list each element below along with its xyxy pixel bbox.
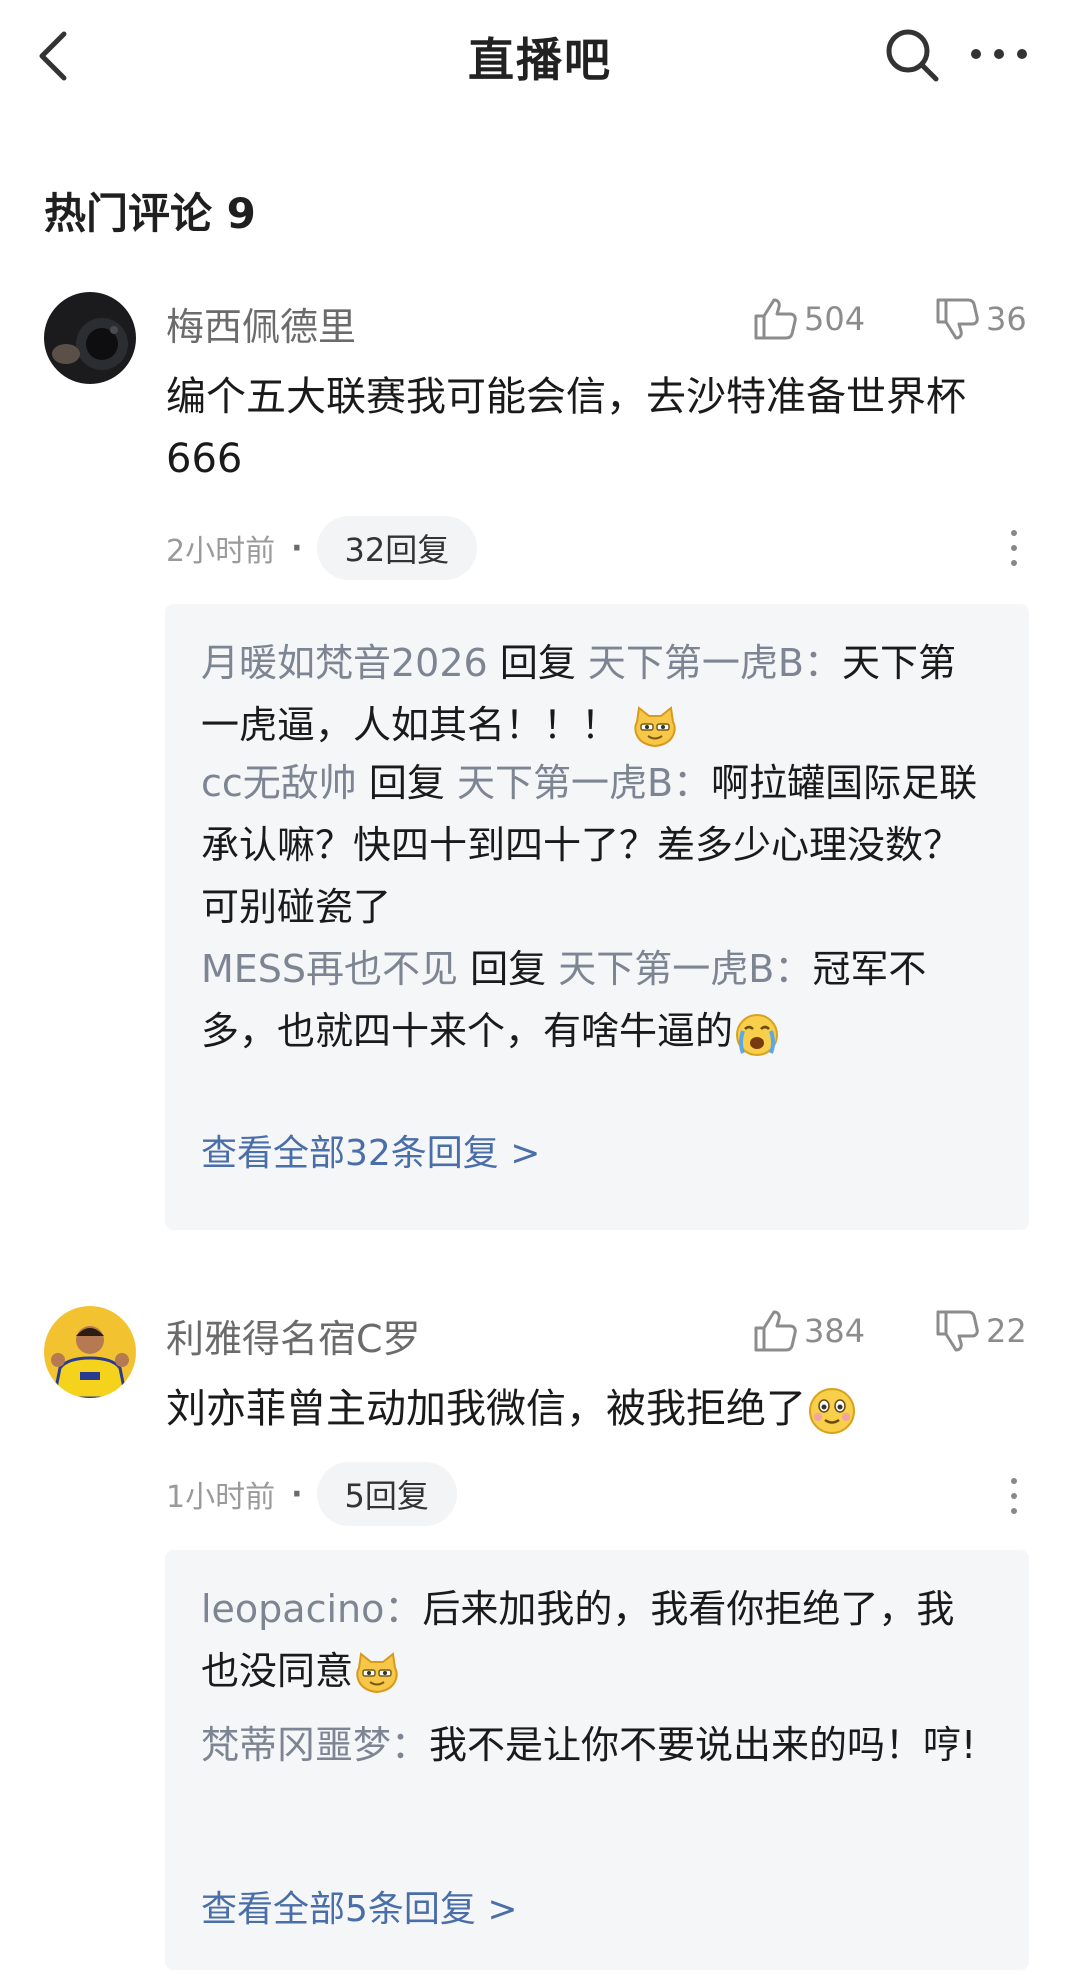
- reply-colon: ：: [673, 761, 712, 805]
- reply-box: 月暖如梵音2026 回复 天下第一虎B：天下第一虎逼，人如其名！！！ cc无敌帅…: [165, 604, 1029, 1230]
- like-count: 384: [804, 1312, 866, 1350]
- reply-item[interactable]: MESS再也不见 回复 天下第一虎B：冠军不多，也就四十来个，有啥牛逼的: [201, 938, 991, 1062]
- comment-text-content: 刘亦菲曾主动加我微信，被我拒绝了: [166, 1386, 806, 1432]
- kebab-icon[interactable]: [1010, 1478, 1018, 1514]
- reply-target[interactable]: 天下第一虎B: [457, 761, 673, 805]
- avatar[interactable]: [44, 292, 136, 384]
- kebab-icon[interactable]: [1010, 530, 1018, 566]
- reply-colon: ：: [804, 641, 843, 685]
- grinning-cat-emoji: [356, 1651, 398, 1693]
- comment-time: 1小时前: [166, 1480, 276, 1515]
- reply-colon: ：: [391, 1723, 430, 1767]
- reply-item[interactable]: cc无敌帅 回复 天下第一虎B：啊拉罐国际足联承认嘛？快四十到四十了？差多少心理…: [201, 752, 991, 938]
- reply-item[interactable]: 月暖如梵音2026 回复 天下第一虎B：天下第一虎逼，人如其名！！！: [201, 632, 991, 756]
- section-title: 热门评论 9: [44, 189, 256, 238]
- thumb-up-icon: [754, 298, 797, 340]
- dislike-count: 22: [986, 1312, 1027, 1350]
- reply-verb: 回复: [368, 761, 445, 805]
- avatar[interactable]: [44, 1306, 136, 1398]
- reply-text: 我不是让你不要说出来的吗！哼!: [429, 1723, 977, 1767]
- dislike-count: 36: [986, 300, 1027, 338]
- top-bar: 直播吧: [0, 0, 1080, 112]
- more-icon[interactable]: [968, 34, 1030, 74]
- comment-time: 2小时前: [166, 534, 276, 569]
- reply-target[interactable]: 天下第一虎B: [558, 947, 774, 991]
- crying-emoji: [736, 1013, 779, 1056]
- search-icon[interactable]: [884, 27, 940, 83]
- comment-username[interactable]: 梅西佩德里: [166, 296, 356, 351]
- reply-item[interactable]: 梵蒂冈噩梦：我不是让你不要说出来的吗！哼!: [201, 1714, 991, 1776]
- reply-author[interactable]: 月暖如梵音2026: [201, 641, 488, 685]
- like-count: 504: [804, 300, 866, 338]
- smile-emoji: [809, 1388, 855, 1434]
- reply-verb: 回复: [470, 947, 547, 991]
- thumb-down-icon: [936, 1310, 979, 1352]
- reply-author[interactable]: leopacino: [201, 1587, 384, 1631]
- reply-target[interactable]: 天下第一虎B: [588, 641, 804, 685]
- reply-count-button[interactable]: 32回复: [316, 516, 478, 580]
- separator-dot: ·: [291, 530, 303, 566]
- separator-dot: ·: [291, 1476, 303, 1512]
- comment-username[interactable]: 利雅得名宿C罗: [166, 1308, 421, 1363]
- comment-meta: 1小时前 · 5回复: [166, 1462, 457, 1526]
- reply-item[interactable]: leopacino：后来加我的，我看你拒绝了，我也没同意: [201, 1578, 991, 1702]
- comment-meta: 2小时前 · 32回复: [166, 516, 478, 580]
- view-all-replies-link[interactable]: 查看全部32条回复 >: [201, 1124, 540, 1176]
- like-button[interactable]: 504: [752, 296, 865, 342]
- view-all-replies-link[interactable]: 查看全部5条回复 >: [201, 1880, 518, 1932]
- reply-box: leopacino：后来加我的，我看你拒绝了，我也没同意 梵蒂冈噩梦：我不是让你…: [165, 1550, 1029, 1970]
- like-button[interactable]: 384: [752, 1308, 865, 1354]
- reply-author[interactable]: MESS再也不见: [201, 947, 458, 991]
- grinning-cat-emoji: [634, 705, 676, 747]
- thumb-up-icon: [754, 1310, 797, 1352]
- dislike-button[interactable]: 36: [934, 296, 1027, 342]
- dislike-button[interactable]: 22: [934, 1308, 1027, 1354]
- reply-count-button[interactable]: 5回复: [316, 1462, 457, 1526]
- comment-text: 刘亦菲曾主动加我微信，被我拒绝了: [166, 1378, 1016, 1440]
- thumb-down-icon: [936, 298, 979, 340]
- reply-author[interactable]: 梵蒂冈噩梦: [201, 1723, 391, 1767]
- reply-author[interactable]: cc无敌帅: [201, 761, 357, 805]
- reply-verb: 回复: [499, 641, 576, 685]
- reply-colon: ：: [384, 1587, 423, 1631]
- reply-colon: ：: [774, 947, 813, 991]
- comment-text: 编个五大联赛我可能会信，去沙特准备世界杯666: [166, 374, 966, 482]
